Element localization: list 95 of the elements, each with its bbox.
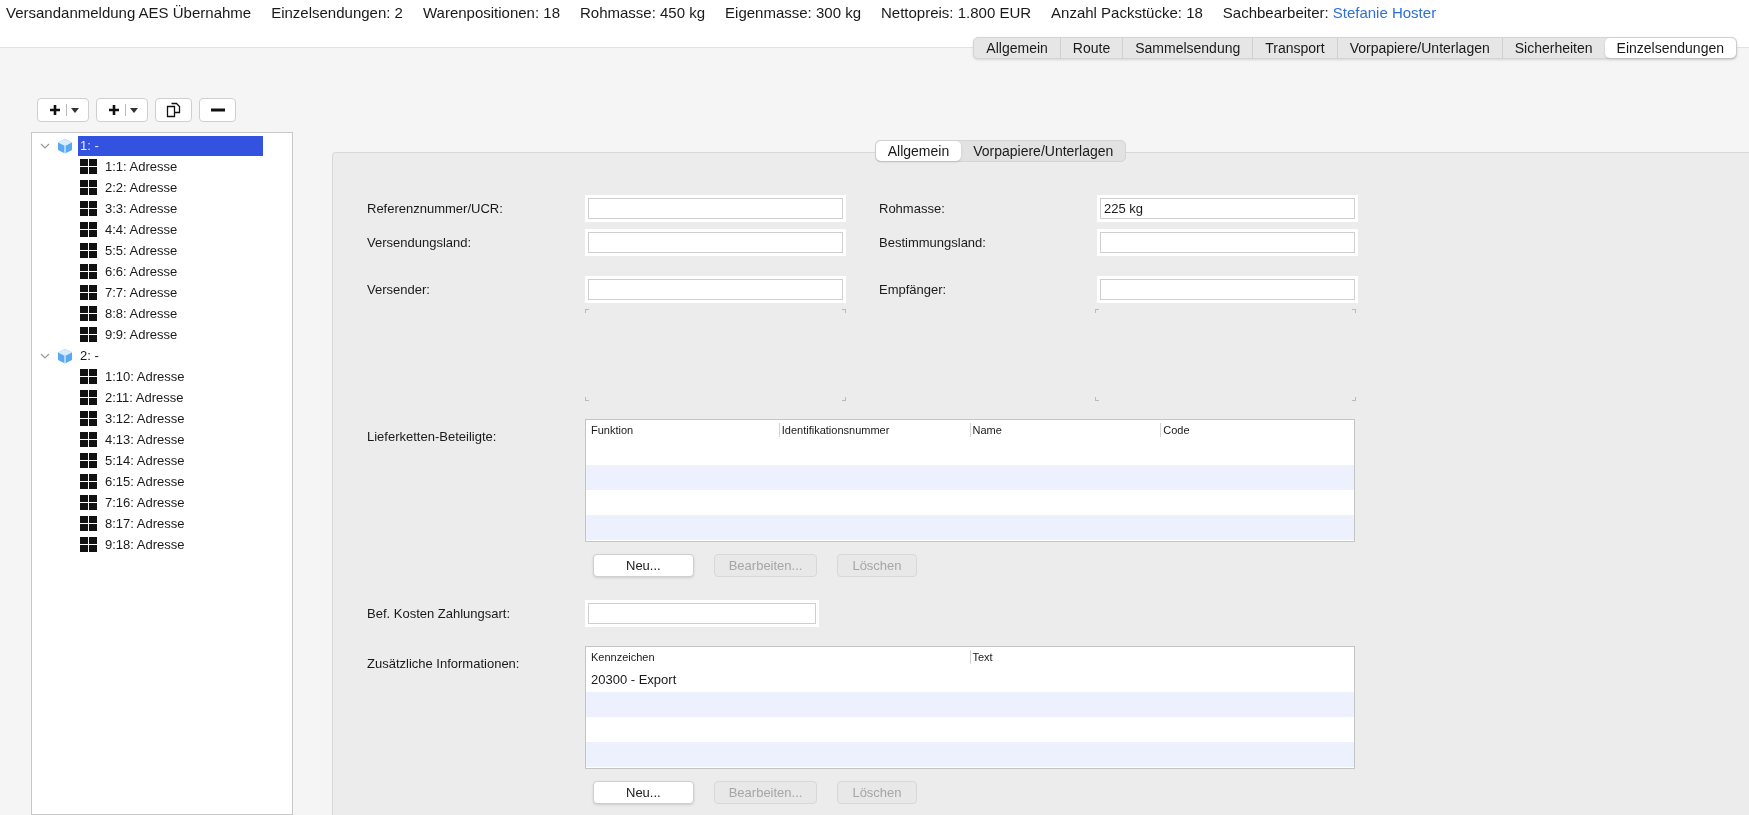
column-header[interactable]: Name bbox=[969, 423, 1161, 437]
tree-item[interactable]: 4:13: Adresse bbox=[104, 429, 186, 450]
tab[interactable]: Route bbox=[1059, 38, 1123, 58]
action-button[interactable]: Neu... bbox=[593, 554, 694, 577]
column-header[interactable]: Funktion bbox=[589, 423, 779, 437]
tree-item[interactable]: 5:5: Adresse bbox=[104, 240, 179, 261]
tree-item[interactable]: 7:7: Adresse bbox=[104, 282, 179, 303]
grid-icon bbox=[80, 264, 97, 279]
grid-icon bbox=[80, 201, 97, 216]
grid-icon bbox=[80, 432, 97, 447]
column-header[interactable]: Text bbox=[969, 650, 1351, 664]
grid-icon bbox=[80, 285, 97, 300]
tree-item[interactable]: 3:12: Adresse bbox=[104, 408, 186, 429]
tab[interactable]: Transport bbox=[1252, 38, 1337, 58]
table-cell-text: 20300 - Export bbox=[591, 670, 678, 689]
input-field[interactable] bbox=[585, 195, 846, 222]
input-field[interactable] bbox=[1097, 229, 1358, 256]
summary-text: Nettopreis: 1.800 EUR bbox=[881, 2, 1032, 23]
clerk-label: Sachbearbeiter: bbox=[1222, 2, 1329, 23]
field-label: Versendungsland: bbox=[367, 233, 473, 252]
grid-icon bbox=[80, 516, 97, 531]
remove-button[interactable] bbox=[199, 98, 236, 122]
summary-text: Einzelsendungen: 2 bbox=[271, 2, 403, 23]
field-label: Empfänger: bbox=[879, 280, 948, 299]
cube-icon bbox=[57, 347, 73, 364]
grid-icon bbox=[80, 390, 97, 405]
input-field[interactable] bbox=[585, 600, 819, 627]
grid-icon bbox=[80, 495, 97, 510]
summary-text: Eigenmasse: 300 kg bbox=[725, 2, 861, 23]
tab[interactable]: Sicherheiten bbox=[1501, 38, 1605, 58]
caret-icon bbox=[129, 107, 138, 113]
grid-icon bbox=[80, 537, 97, 552]
summary-text: Rohmasse: 450 kg bbox=[580, 2, 706, 23]
field-label: Lieferketten-Beteiligte: bbox=[367, 428, 498, 446]
field-label: Referenznummer/UCR: bbox=[367, 199, 504, 218]
column-header[interactable]: Identifikationsnummer bbox=[778, 423, 970, 437]
tree-item[interactable]: 1:10: Adresse bbox=[104, 366, 186, 387]
tab[interactable]: Vorpapiere/Unterlagen bbox=[1336, 38, 1502, 58]
grid-icon bbox=[80, 243, 97, 258]
add-dropdown-button[interactable] bbox=[96, 98, 148, 122]
tree-item[interactable]: 2: - bbox=[78, 345, 263, 366]
grid-icon bbox=[80, 411, 97, 426]
clerk-link[interactable]: Stefanie Hoster bbox=[1332, 1, 1437, 25]
input-field[interactable]: 225 kg bbox=[1097, 195, 1358, 222]
input-field[interactable] bbox=[585, 276, 846, 303]
tree-item[interactable]: 4:4: Adresse bbox=[104, 219, 179, 240]
add-dropdown-button[interactable] bbox=[37, 98, 89, 122]
plus-icon bbox=[47, 103, 62, 117]
column-header[interactable]: Code bbox=[1160, 423, 1351, 437]
column-header[interactable]: Kennzeichen bbox=[589, 650, 970, 664]
summary-text: Warenpositionen: 18 bbox=[422, 2, 560, 23]
grid-icon bbox=[80, 306, 97, 321]
tree-item[interactable]: 8:8: Adresse bbox=[104, 303, 179, 324]
copy-icon bbox=[165, 102, 182, 118]
tree-item[interactable]: 5:14: Adresse bbox=[104, 450, 186, 471]
tab[interactable]: Einzelsendungen bbox=[1604, 38, 1736, 58]
plus-icon bbox=[106, 103, 121, 117]
chevron-icon[interactable] bbox=[40, 142, 50, 149]
input-field[interactable] bbox=[585, 229, 846, 256]
tree-item[interactable]: 2:11: Adresse bbox=[104, 387, 185, 408]
tree-item[interactable]: 7:16: Adresse bbox=[104, 492, 186, 513]
summary-text: Anzahl Packstücke: 18 bbox=[1051, 2, 1203, 23]
tab[interactable]: Allgemein bbox=[974, 38, 1060, 58]
field-label: Bef. Kosten Zahlungsart: bbox=[367, 604, 512, 623]
tree-item[interactable]: 1: - bbox=[78, 135, 263, 156]
grid-icon bbox=[80, 180, 97, 195]
tree-item[interactable]: 3:3: Adresse bbox=[104, 198, 179, 219]
tree-item[interactable]: 9:18: Adresse bbox=[104, 534, 186, 555]
field-label: Zusätzliche Informationen: bbox=[367, 655, 521, 673]
field-label: Rohmasse: bbox=[879, 199, 946, 218]
tree-item[interactable]: 6:6: Adresse bbox=[104, 261, 179, 282]
grid-icon bbox=[80, 369, 97, 384]
tree-item[interactable]: 8:17: Adresse bbox=[104, 513, 186, 534]
minus-icon bbox=[210, 108, 225, 112]
grid-icon bbox=[80, 222, 97, 237]
header-title: Versandanmeldung AES Übernahme bbox=[6, 2, 252, 23]
grid-icon bbox=[80, 453, 97, 468]
grid-icon bbox=[80, 327, 97, 342]
tab[interactable]: Allgemein bbox=[875, 141, 962, 161]
grid-icon bbox=[80, 159, 97, 174]
input-field[interactable] bbox=[1097, 276, 1358, 303]
chevron-icon[interactable] bbox=[40, 352, 50, 359]
cube-icon bbox=[57, 137, 73, 154]
grid-icon bbox=[80, 474, 97, 489]
tab[interactable]: Vorpapiere/Unterlagen bbox=[961, 141, 1126, 161]
field-label: Bestimmungsland: bbox=[879, 233, 987, 252]
tree-item[interactable]: 6:15: Adresse bbox=[104, 471, 186, 492]
tab[interactable]: Sammelsendung bbox=[1122, 38, 1253, 58]
field-label: Versender: bbox=[367, 280, 431, 299]
tree-item[interactable]: 9:9: Adresse bbox=[104, 324, 179, 345]
action-button[interactable]: Neu... bbox=[593, 781, 694, 804]
tree-item[interactable]: 1:1: Adresse bbox=[104, 156, 179, 177]
copy-button[interactable] bbox=[155, 98, 192, 122]
tree-item[interactable]: 2:2: Adresse bbox=[104, 177, 179, 198]
caret-icon bbox=[70, 107, 79, 113]
